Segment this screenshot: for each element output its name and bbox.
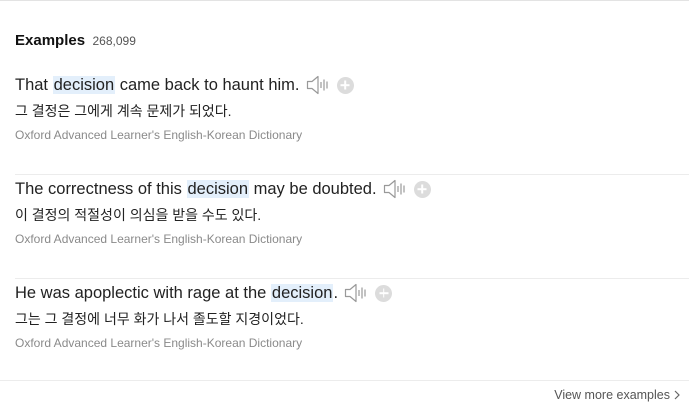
example-sentence-line: The correctness of this decision may be …	[15, 177, 431, 201]
example-sentence: The correctness of this decision may be …	[15, 179, 377, 199]
example-sentence: He was apoplectic with rage at the decis…	[15, 283, 339, 303]
sentence-text-before: That	[15, 75, 53, 94]
keyword-highlight[interactable]: decision	[186, 179, 250, 198]
sentence-text-before: The correctness of this	[15, 179, 187, 198]
example-sentence-line: That decision came back to haunt him.	[15, 73, 354, 97]
speaker-icon[interactable]	[383, 179, 407, 199]
view-more-examples-link[interactable]: View more examples	[554, 388, 681, 402]
examples-count: 268,099	[92, 34, 136, 48]
example-source[interactable]: Oxford Advanced Learner's English-Korean…	[15, 128, 302, 142]
chevron-right-icon	[674, 390, 680, 400]
add-icon[interactable]	[336, 76, 354, 94]
sentence-text-after: .	[333, 283, 339, 302]
examples-header: Examples 268,099	[15, 32, 136, 50]
view-more-label: View more examples	[554, 388, 670, 402]
add-icon[interactable]	[375, 284, 393, 302]
example-item: He was apoplectic with rage at the decis…	[15, 279, 689, 383]
example-sentence-line: He was apoplectic with rage at the decis…	[15, 281, 393, 305]
example-item: That decision came back to haunt him. 그 …	[15, 71, 689, 175]
example-translation: 그 결정은 그에게 계속 문제가 되었다.	[15, 103, 232, 119]
sentence-text-after: came back to haunt him.	[115, 75, 300, 94]
example-translation: 그는 그 결정에 너무 화가 나서 졸도할 지경이었다.	[15, 311, 304, 327]
example-source[interactable]: Oxford Advanced Learner's English-Korean…	[15, 336, 302, 350]
example-translation: 이 결정의 적절성이 의심을 받을 수도 있다.	[15, 207, 262, 223]
examples-title: Examples	[15, 32, 86, 49]
speaker-icon[interactable]	[306, 75, 330, 95]
sentence-text-after: may be doubted.	[249, 179, 377, 198]
speaker-icon[interactable]	[344, 283, 368, 303]
example-sentence: That decision came back to haunt him.	[15, 75, 300, 95]
example-source[interactable]: Oxford Advanced Learner's English-Korean…	[15, 232, 302, 246]
example-item: The correctness of this decision may be …	[15, 175, 689, 279]
sentence-text-before: He was apoplectic with rage at the	[15, 283, 271, 302]
keyword-highlight[interactable]: decision	[270, 283, 334, 302]
add-icon[interactable]	[413, 180, 431, 198]
examples-footer: View more examples	[0, 380, 689, 409]
keyword-highlight[interactable]: decision	[52, 75, 116, 94]
examples-panel: Examples 268,099 That decision came back…	[0, 0, 689, 409]
